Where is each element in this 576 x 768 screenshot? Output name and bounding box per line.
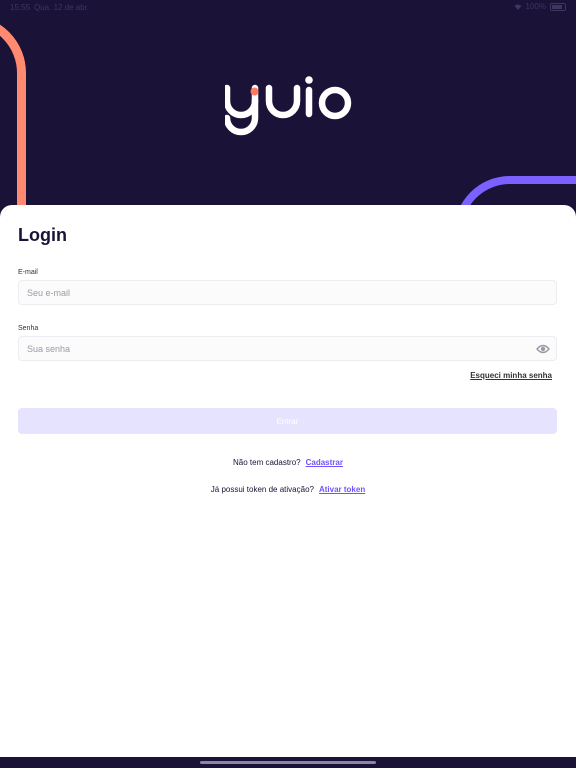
status-date: Qua. 12 de abr. — [34, 3, 90, 12]
forgot-password-link[interactable]: Esqueci minha senha — [470, 371, 552, 380]
login-card: Login E-mail Senha Esqueci minha senha E… — [0, 205, 576, 757]
signup-link[interactable]: Cadastrar — [306, 458, 343, 467]
status-time: 15:55 — [10, 3, 31, 12]
battery-icon — [550, 2, 566, 11]
password-label: Senha — [18, 325, 39, 332]
email-label: E-mail — [18, 269, 38, 276]
battery-level: 100% — [525, 2, 546, 11]
decorative-arc-left — [0, 15, 26, 230]
home-indicator[interactable] — [200, 761, 376, 764]
password-input[interactable] — [19, 337, 535, 360]
page-title: Login — [18, 225, 67, 245]
status-indicators: 100% — [514, 2, 566, 11]
wifi-icon — [514, 4, 522, 10]
signup-row: Não tem cadastro? Cadastrar — [0, 458, 576, 467]
activate-token-link[interactable]: Ativar token — [319, 485, 365, 494]
email-field-container — [18, 280, 557, 305]
password-field-container — [18, 336, 557, 361]
guio-logo: guio — [225, 76, 352, 136]
signup-prompt: Não tem cadastro? — [233, 458, 301, 467]
activation-prompt: Já possui token de ativação? — [210, 485, 314, 494]
activation-row: Já possui token de ativação? Ativar token — [0, 485, 576, 494]
login-submit-button[interactable]: Entrar — [18, 408, 557, 434]
header-banner: 15:55 Qua. 12 de abr. 100% guio — [0, 0, 576, 230]
eye-icon[interactable] — [536, 343, 550, 355]
status-bar: 15:55 Qua. 12 de abr. 100% — [0, 0, 576, 14]
email-input[interactable] — [19, 281, 535, 304]
home-strip — [0, 757, 576, 768]
